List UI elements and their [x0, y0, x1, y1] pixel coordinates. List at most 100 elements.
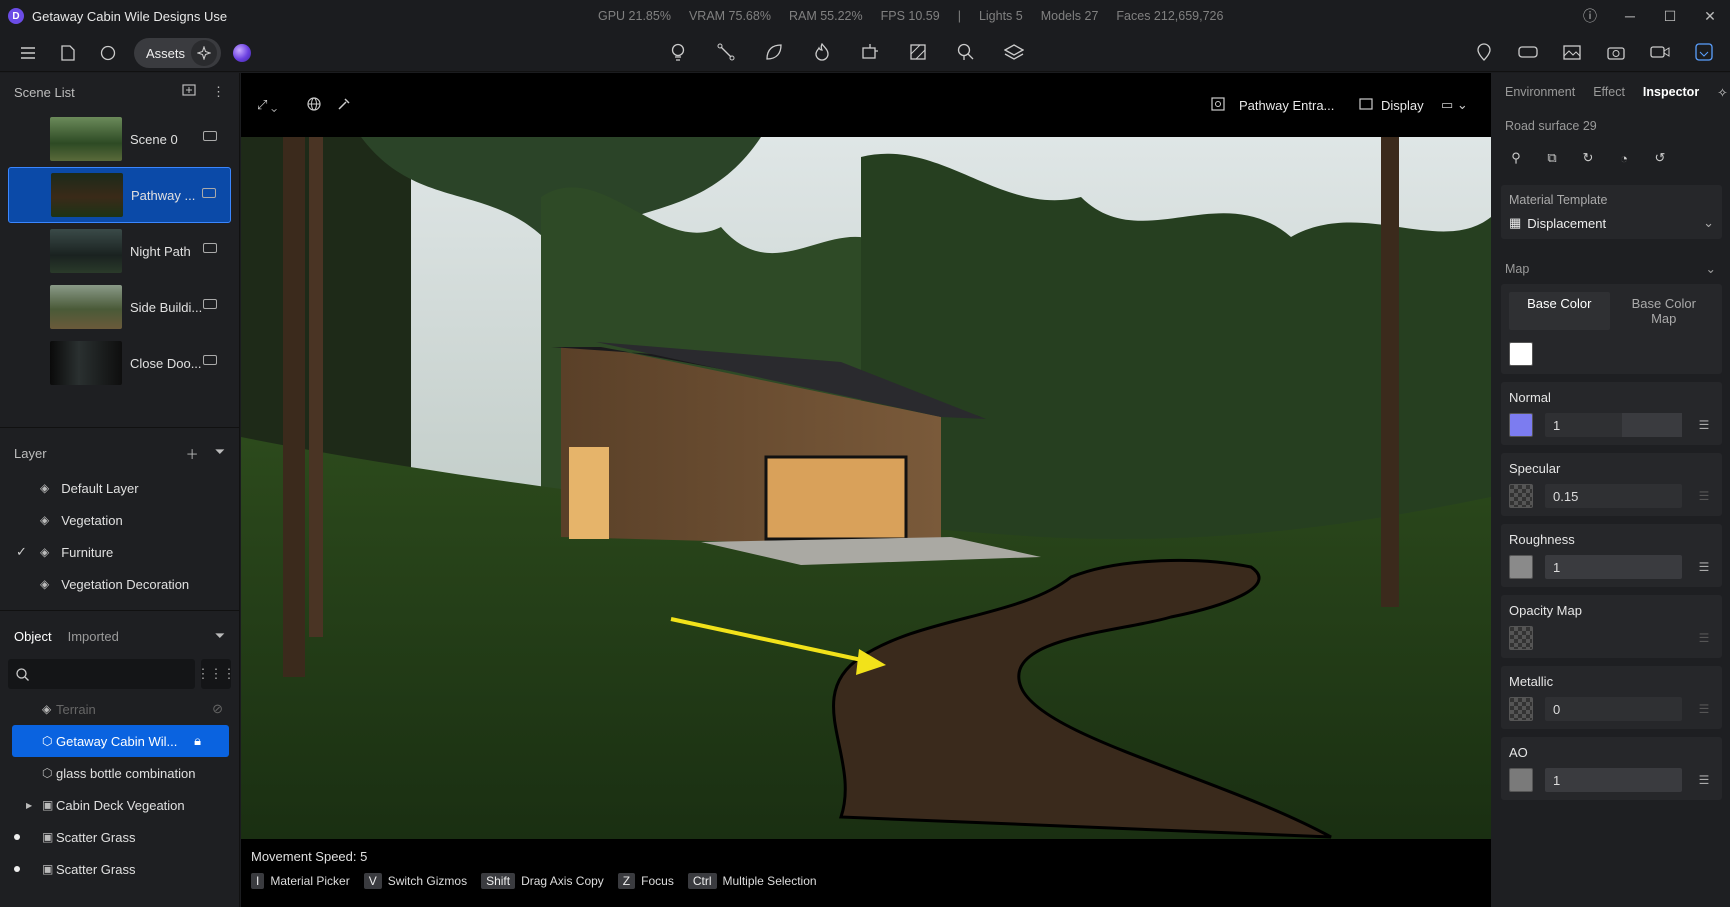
menu-icon[interactable] [14, 39, 42, 67]
tab-environment[interactable]: Environment [1505, 85, 1575, 99]
help-icon[interactable]: ⓘ [1570, 0, 1610, 32]
specular-map-swatch[interactable] [1509, 484, 1533, 508]
light-bulb-icon[interactable] [664, 38, 692, 66]
scene-thumbnail [50, 285, 122, 329]
scene-item[interactable]: Close Doo... [8, 335, 231, 391]
add-scene-icon[interactable] [182, 84, 196, 100]
material-picker-icon[interactable]: ⚲ [1505, 147, 1527, 169]
gizmo-icon[interactable]: ⤢ ⌄ [257, 97, 277, 113]
video-icon[interactable] [1646, 38, 1674, 66]
base-color-swatch[interactable] [1509, 342, 1533, 366]
ao-value: 1 [1553, 772, 1561, 788]
hidden-icon[interactable]: ⊘ [212, 701, 223, 717]
vr-icon[interactable] [1514, 38, 1542, 66]
render-view[interactable] [241, 137, 1491, 839]
collapse-icon[interactable]: ⏷ [215, 628, 225, 644]
duplicate-icon[interactable]: ⧉ [1541, 147, 1563, 169]
object-row-selected[interactable]: ⬡ Getaway Cabin Wil... 🔒︎ [12, 725, 229, 757]
camera-icon[interactable] [203, 299, 217, 309]
opacity-map-swatch[interactable] [1509, 626, 1533, 650]
image-render-icon[interactable] [1558, 38, 1586, 66]
object-row[interactable]: ⬡ glass bottle combination [12, 757, 229, 789]
metallic-map-swatch[interactable] [1509, 697, 1533, 721]
normal-strength-slider[interactable]: 1 [1545, 413, 1682, 437]
ai-orb-icon[interactable] [233, 44, 252, 62]
tree-brush-icon[interactable] [952, 38, 980, 66]
layer-name: Default Layer [61, 480, 139, 496]
assets-button[interactable]: Assets [134, 38, 222, 68]
map-section-header[interactable]: Map ⌄ [1491, 247, 1730, 284]
close-button[interactable]: ✕ [1690, 0, 1730, 32]
minimize-button[interactable]: ─ [1610, 0, 1650, 32]
specular-slider[interactable]: 0.15 [1545, 484, 1682, 508]
object-row[interactable]: ▣ Scatter Grass [12, 853, 229, 885]
ai-sparkle-icon[interactable] [191, 40, 218, 66]
object-row[interactable]: ▶ ▣ Cabin Deck Vegeation [12, 789, 229, 821]
adjust-icon[interactable]: ☰ [1694, 560, 1714, 574]
ao-map-swatch[interactable] [1509, 768, 1533, 792]
tab-object[interactable]: Object [14, 629, 52, 644]
camera-name[interactable]: Pathway Entra... [1239, 98, 1334, 113]
roughness-map-swatch[interactable] [1509, 555, 1533, 579]
view-options-icon[interactable]: ▭ ⌄ [1441, 97, 1468, 113]
camera-frame-icon[interactable] [1211, 96, 1225, 114]
camera-icon[interactable] [202, 188, 216, 198]
object-tool-icon[interactable] [856, 38, 884, 66]
add-layer-icon[interactable]: ＋ [186, 444, 199, 463]
scene-item[interactable]: Night Path [8, 223, 231, 279]
path-tool-icon[interactable] [712, 38, 740, 66]
location-icon[interactable] [1470, 38, 1498, 66]
tab-base-color[interactable]: Base Color [1509, 292, 1610, 330]
layer-item[interactable]: ◈ Vegetation Decoration [0, 568, 239, 600]
layers-icon[interactable] [1000, 38, 1028, 66]
material-template-select[interactable]: ▦ Displacement ⌄ [1509, 215, 1714, 231]
chat-icon[interactable] [94, 39, 122, 67]
fire-icon[interactable] [808, 38, 836, 66]
export-icon[interactable] [1690, 38, 1718, 66]
metallic-card: Metallic 0 ☰ [1501, 666, 1722, 729]
eyedropper-icon[interactable] [337, 97, 351, 114]
expand-icon[interactable]: ▶ [26, 801, 32, 810]
maximize-button[interactable]: ☐ [1650, 0, 1690, 32]
scene-item[interactable]: Scene 0 [8, 111, 231, 167]
roughness-slider[interactable]: 1 [1545, 555, 1682, 579]
file-icon[interactable] [54, 39, 82, 67]
search-input[interactable] [8, 659, 195, 689]
layer-item[interactable]: ◈ Default Layer [0, 472, 239, 504]
adjust-icon[interactable]: ☰ [1694, 418, 1714, 432]
ai-sparkle-icon[interactable]: ✧ [1717, 85, 1727, 100]
globe-icon[interactable] [307, 96, 321, 114]
object-row[interactable]: ◈ Terrain ⊘ [12, 693, 229, 725]
layer-item[interactable]: ◈ Vegetation [0, 504, 239, 536]
viewport[interactable]: ⤢ ⌄ Pathway Entra... Display ▭ ⌄ Movemen… [241, 73, 1491, 907]
normal-map-swatch[interactable] [1509, 413, 1533, 437]
camera-icon[interactable] [203, 243, 217, 253]
camera-icon[interactable] [203, 131, 217, 141]
material-library-icon[interactable]: ◔ [1613, 147, 1635, 169]
tab-imported[interactable]: Imported [68, 629, 119, 644]
adjust-icon[interactable]: ☰ [1694, 631, 1714, 645]
texture-icon[interactable] [904, 38, 932, 66]
object-row[interactable]: ▣ Scatter Grass [12, 821, 229, 853]
tab-base-color-map[interactable]: Base Color Map [1614, 292, 1715, 330]
scene-item[interactable]: Side Buildi... [8, 279, 231, 335]
more-options-icon[interactable]: ⋮ [212, 84, 225, 100]
adjust-icon[interactable]: ☰ [1694, 702, 1714, 716]
layer-item[interactable]: ✓ ◈ Furniture [0, 536, 239, 568]
ao-slider[interactable]: 1 [1545, 768, 1682, 792]
lock-icon[interactable]: 🔒︎ [194, 733, 201, 749]
grid-view-icon[interactable]: ⋮⋮⋮ [197, 659, 236, 689]
display-button[interactable]: Display [1381, 98, 1424, 113]
tab-effect[interactable]: Effect [1593, 85, 1625, 99]
adjust-icon[interactable]: ☰ [1694, 489, 1714, 503]
metallic-slider[interactable]: 0 [1545, 697, 1682, 721]
adjust-icon[interactable]: ☰ [1694, 773, 1714, 787]
replace-icon[interactable]: ↻ [1577, 147, 1599, 169]
leaf-icon[interactable] [760, 38, 788, 66]
scene-item-active[interactable]: Pathway ... [8, 167, 231, 223]
camera-icon[interactable] [203, 355, 217, 365]
camera-icon[interactable] [1602, 38, 1630, 66]
collapse-icon[interactable]: ⏷ [215, 444, 225, 463]
reset-icon[interactable]: ↺ [1649, 147, 1671, 169]
tab-inspector[interactable]: Inspector [1643, 85, 1699, 99]
